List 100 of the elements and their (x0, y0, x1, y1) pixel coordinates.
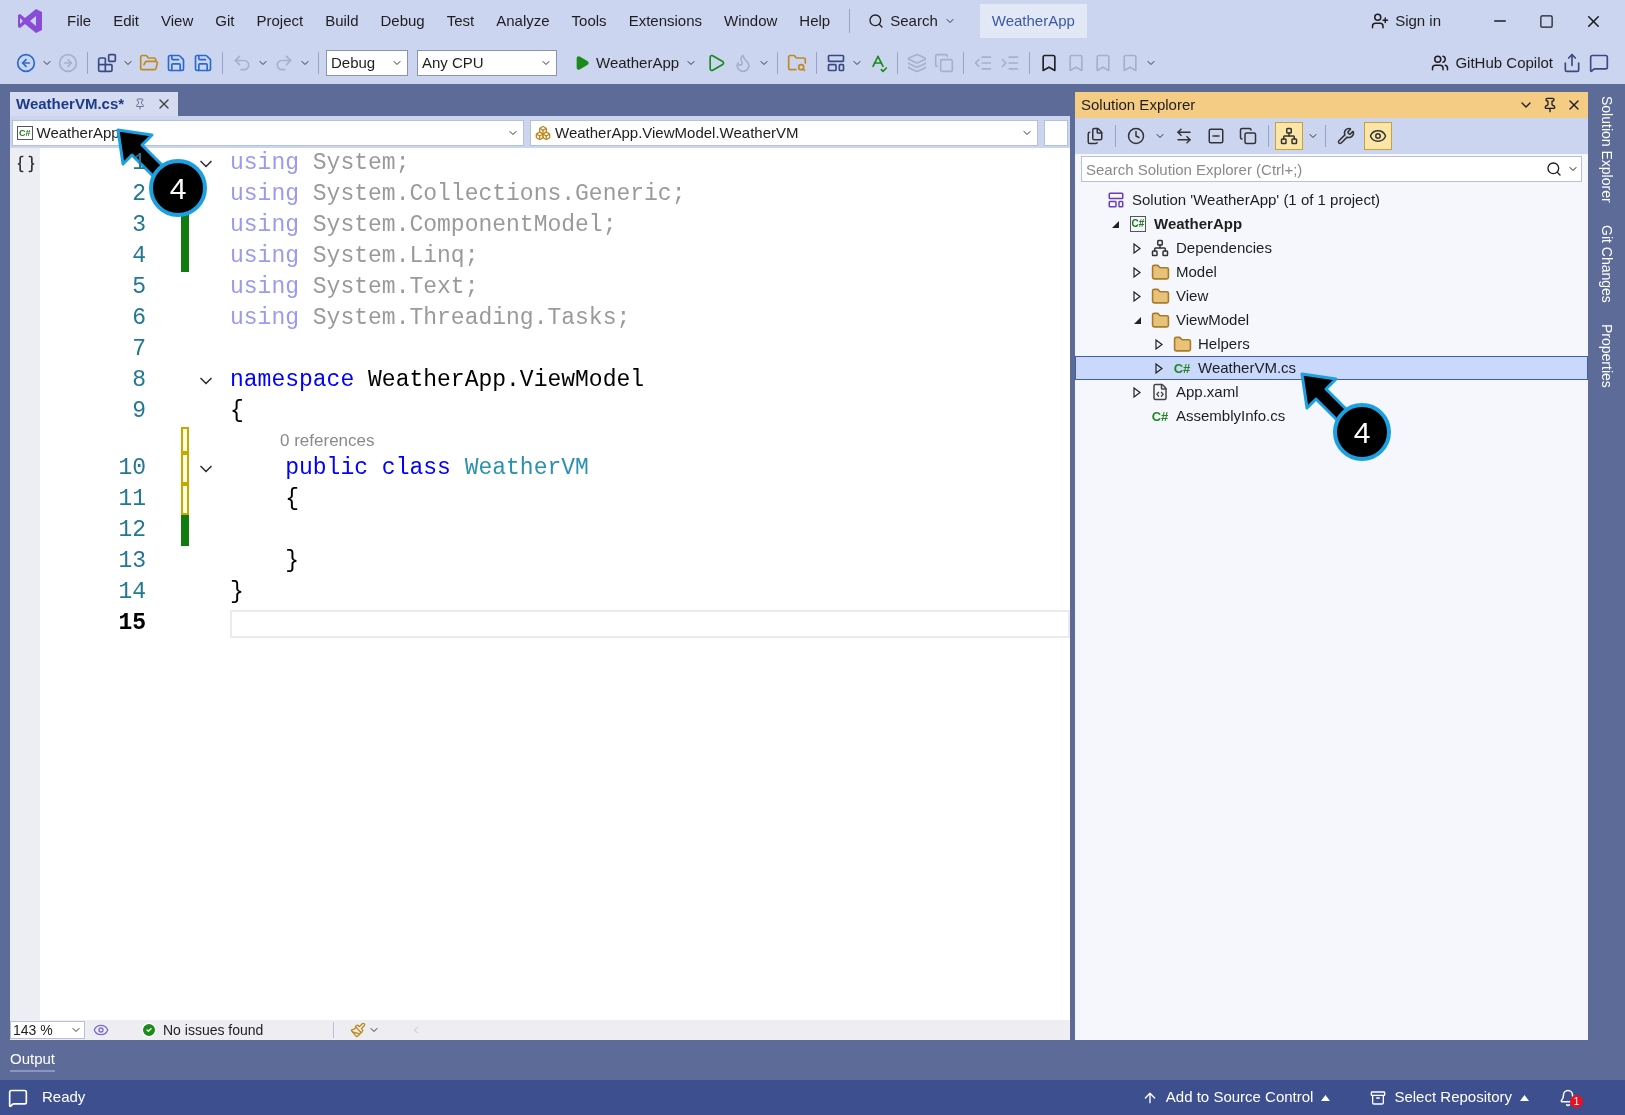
issues-status[interactable]: No issues found (163, 1019, 264, 1041)
logo-icon (16, 7, 44, 35)
tree-item[interactable]: Model (1075, 260, 1588, 284)
select-repository-button[interactable]: Select Repository (1370, 1086, 1529, 1109)
side-tab[interactable]: Solution Explorer (1596, 96, 1617, 203)
search-button[interactable]: Search (860, 5, 964, 37)
line-number: 7 (131, 335, 146, 365)
tree-item[interactable]: C# WeatherVM.cs (1075, 356, 1588, 380)
line-number: 5 (131, 273, 146, 303)
copilot-button[interactable]: GitHub Copilot (1427, 51, 1557, 75)
expanded-icon (1110, 219, 1120, 229)
clock-icon (1127, 127, 1145, 145)
line-number: 15 (117, 609, 146, 639)
back-button[interactable] (14, 51, 38, 75)
line-number: 1 (131, 149, 146, 179)
scope-dropdown[interactable]: WeatherApp.ViewModel.WeatherVM (530, 120, 1039, 146)
line-number: 2 (131, 180, 146, 210)
zoom-dropdown[interactable]: 143 % (10, 1021, 85, 1039)
csharp-project-icon: C# (17, 126, 33, 140)
folder-icon (1150, 310, 1170, 330)
add-to-source-control-button[interactable]: Add to Source Control (1141, 1086, 1331, 1109)
tree-item[interactable]: Helpers (1075, 332, 1588, 356)
brush-icon (350, 1022, 367, 1038)
solution-icon (1107, 191, 1125, 209)
notification-count: 1 (1570, 1094, 1583, 1108)
csharp-file-icon: C# (1151, 409, 1169, 423)
start-button[interactable]: WeatherApp (570, 51, 702, 75)
solution-name-badge: WeatherApp (979, 3, 1087, 39)
tree-item[interactable]: C# WeatherApp (1075, 212, 1588, 236)
collapsed-icon (1133, 386, 1141, 398)
pin-icon[interactable] (1542, 97, 1558, 113)
copy-icon (1239, 127, 1257, 145)
new-item-button[interactable] (95, 51, 119, 75)
tree-item[interactable]: App.xaml (1075, 380, 1588, 404)
line-number: 4 (131, 242, 146, 272)
status-text: Ready (42, 1087, 86, 1108)
code-cleanup-button[interactable] (350, 1022, 381, 1038)
eye-icon (1369, 127, 1387, 145)
tree-view-button[interactable] (1275, 122, 1303, 150)
expanded-icon (1132, 315, 1142, 325)
code-line: using System.ComponentModel; (230, 211, 617, 241)
xaml-file-icon (1151, 383, 1169, 401)
menu-item[interactable]: Edit (104, 5, 149, 37)
code-line: } (284, 547, 299, 577)
menu-item[interactable]: Extensions (619, 5, 711, 37)
menu-item[interactable]: Debug (371, 5, 434, 37)
tree-item[interactable]: Solution 'WeatherApp' (1 of 1 project) (1075, 188, 1588, 212)
search-field[interactable]: Search Solution Explorer (Ctrl+;) (1081, 156, 1582, 182)
csharp-file-icon: C# (1173, 361, 1191, 375)
caret-icon (1321, 1094, 1331, 1101)
output-tab[interactable]: Output (10, 1047, 56, 1073)
menu-item[interactable]: Tools (562, 5, 616, 37)
menu-item[interactable]: Git (206, 5, 244, 37)
menu-item[interactable]: Help (790, 5, 840, 37)
preview-button[interactable] (1364, 122, 1392, 150)
search-icon (868, 13, 885, 29)
line-number: 13 (117, 547, 146, 577)
menu-item[interactable]: Project (247, 5, 313, 37)
csharp-project-icon: C# (1129, 216, 1147, 232)
sign-in-button[interactable]: Sign in (1365, 5, 1447, 37)
code-line: public class WeatherVM (284, 454, 589, 484)
menu-item[interactable]: Build (316, 5, 368, 37)
code-lens[interactable]: 0 references (280, 427, 375, 453)
dependencies-icon (1151, 239, 1169, 257)
menu-item[interactable]: View (152, 5, 203, 37)
output-icon (8, 1087, 28, 1108)
line-number: 14 (117, 578, 146, 608)
menu-item[interactable]: Test (437, 5, 484, 37)
menu-item[interactable]: Window (715, 5, 787, 37)
code-line: using System; (230, 149, 410, 179)
code-line: { (230, 397, 244, 427)
document-tab[interactable]: WeatherVM.cs* (10, 92, 179, 116)
menu-item[interactable]: Analyze (487, 5, 559, 37)
folder-icon (1150, 286, 1170, 306)
code-line: namespace WeatherApp.ViewModel (230, 366, 645, 396)
line-number: 6 (131, 304, 146, 334)
menu-item[interactable]: File (58, 5, 101, 37)
folder-icon (1172, 334, 1192, 354)
panel-title: Solution Explorer (1081, 94, 1196, 115)
line-number: 8 (131, 366, 146, 396)
check-icon (141, 1022, 157, 1038)
side-tab[interactable]: Git Changes (1596, 224, 1617, 303)
line-number: 10 (117, 454, 146, 484)
side-tab[interactable]: Properties (1596, 324, 1617, 389)
tree-item[interactable]: Dependencies (1075, 236, 1588, 260)
tree-item[interactable]: View (1075, 284, 1588, 308)
line-number: 11 (117, 485, 146, 515)
collapsed-icon (1133, 290, 1141, 302)
code-line: } (230, 578, 244, 608)
collapsed-icon (1133, 266, 1141, 278)
tree-item[interactable]: ViewModel (1075, 308, 1588, 332)
collapsed-icon (1155, 362, 1163, 374)
code-line: { (284, 485, 299, 515)
play-icon (574, 55, 590, 71)
configuration-dropdown[interactable]: Debug (326, 50, 408, 76)
repository-icon (1370, 1089, 1387, 1106)
line-number: 9 (131, 397, 146, 427)
platform-dropdown[interactable]: Any CPU (417, 50, 557, 76)
maximize-icon[interactable] (1539, 13, 1554, 29)
code-line: using System.Collections.Generic; (230, 180, 686, 210)
